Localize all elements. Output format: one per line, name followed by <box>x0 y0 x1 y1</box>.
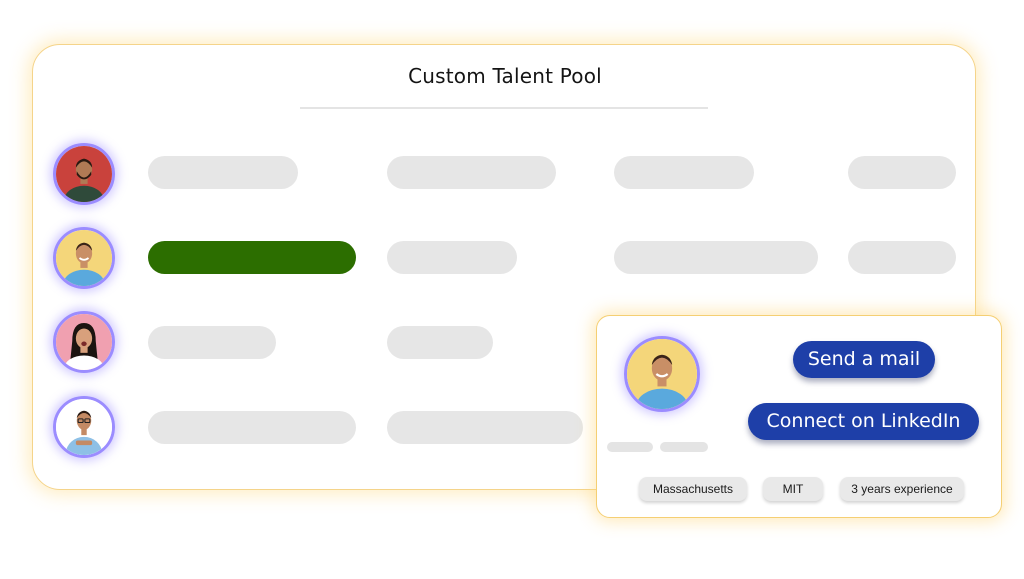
profile-placeholder <box>660 442 708 452</box>
data-placeholder <box>848 241 956 274</box>
avatar-man-smiling-icon <box>627 339 697 409</box>
title-divider <box>300 107 708 109</box>
data-placeholder <box>148 326 276 359</box>
experience-tag: 3 years experience <box>840 477 964 501</box>
data-placeholder <box>148 156 298 189</box>
candidate-avatar-4[interactable] <box>53 396 115 458</box>
data-placeholder <box>614 156 754 189</box>
data-placeholder <box>148 411 356 444</box>
avatar-man-glasses-icon <box>56 399 112 455</box>
data-placeholder <box>387 411 583 444</box>
data-placeholder <box>387 156 556 189</box>
connect-linkedin-button[interactable]: Connect on LinkedIn <box>748 403 979 440</box>
data-placeholder <box>614 241 818 274</box>
data-placeholder <box>848 156 956 189</box>
location-tag: Massachusetts <box>639 477 747 501</box>
candidate-avatar-1[interactable] <box>53 143 115 205</box>
profile-placeholder <box>607 442 653 452</box>
send-mail-button[interactable]: Send a mail <box>793 341 935 378</box>
candidate-avatar-2[interactable] <box>53 227 115 289</box>
data-placeholder <box>387 326 493 359</box>
data-placeholder <box>387 241 517 274</box>
selected-row-highlight[interactable] <box>148 241 356 274</box>
page-title: Custom Talent Pool <box>408 64 602 88</box>
education-tag: MIT <box>763 477 823 501</box>
avatar-man-beard-icon <box>56 146 112 202</box>
profile-avatar <box>624 336 700 412</box>
avatar-man-smiling-icon <box>56 230 112 286</box>
candidate-avatar-3[interactable] <box>53 311 115 373</box>
avatar-woman-icon <box>56 314 112 370</box>
